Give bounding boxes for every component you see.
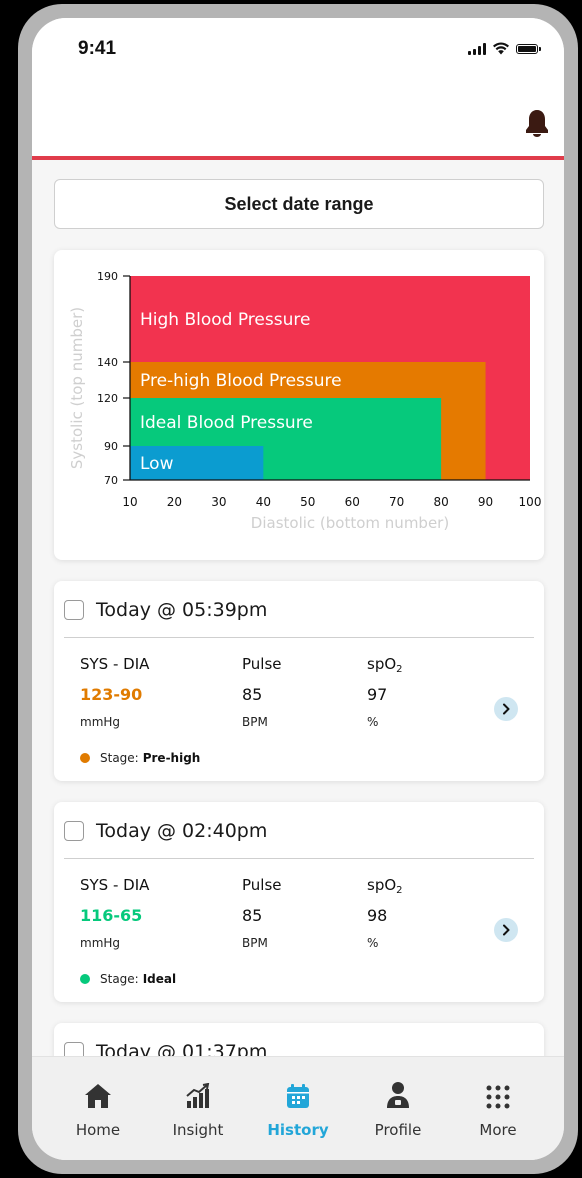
- battery-icon: [516, 43, 541, 54]
- pulse-column: Pulse 85 BPM: [242, 655, 282, 729]
- x-axis-title: Diastolic (bottom number): [251, 514, 449, 532]
- nav-more[interactable]: More: [458, 1075, 538, 1139]
- pulse-value: 85: [242, 906, 263, 925]
- nav-history[interactable]: History: [258, 1075, 338, 1139]
- nav-insight-label: Insight: [172, 1121, 224, 1139]
- reading-title: Today @ 02:40pm: [96, 820, 268, 842]
- y-tick-label: 140: [97, 356, 118, 369]
- sys-dia-label: SYS - DIA: [80, 655, 150, 673]
- reading-card[interactable]: Today @ 01:37pm: [54, 1023, 544, 1056]
- pulse-label: Pulse: [242, 655, 282, 673]
- x-tick-label: 40: [256, 495, 271, 509]
- sys-dia-label: SYS - DIA: [80, 876, 150, 894]
- x-tick-label: 100: [519, 495, 542, 509]
- nav-profile-label: Profile: [374, 1121, 422, 1139]
- y-tick-label: 120: [97, 392, 118, 405]
- bp-column: SYS - DIA 116-65 mmHg: [80, 876, 149, 950]
- select-checkbox[interactable]: [64, 821, 84, 841]
- x-tick-label: 70: [389, 495, 404, 509]
- spo2-value: 98: [367, 906, 388, 925]
- nav-profile[interactable]: Profile: [358, 1075, 438, 1139]
- bottom-navigation: Home Insight History Profile More: [32, 1056, 564, 1160]
- bp-column: SYS - DIA 123-90 mmHg: [80, 655, 149, 729]
- zone-label: High Blood Pressure: [140, 310, 310, 330]
- reading-title: Today @ 05:39pm: [96, 599, 268, 621]
- pulse-unit: BPM: [242, 936, 268, 950]
- stage-value: Pre-high: [142, 751, 201, 765]
- bp-stage-chart: High Blood Pressure Pre-high Blood Pressu…: [68, 270, 542, 532]
- nav-history-label: History: [267, 1121, 329, 1139]
- divider: [64, 637, 534, 638]
- more-icon: [486, 1085, 510, 1109]
- spo2-column: spO2 98 %: [367, 876, 403, 950]
- stage-dot: [80, 753, 90, 763]
- x-tick-label: 50: [300, 495, 315, 509]
- reading-card[interactable]: Today @ 05:39pm SYS - DIA 123-90 mmHg Pu…: [54, 581, 544, 781]
- reading-card[interactable]: Today @ 02:40pm SYS - DIA 116-65 mmHg Pu…: [54, 802, 544, 1002]
- status-bar: 9:41: [32, 18, 564, 78]
- x-tick-label: 20: [167, 495, 182, 509]
- bell-icon[interactable]: [524, 108, 550, 138]
- signal-icon: [468, 42, 486, 55]
- y-tick-label: 190: [97, 270, 118, 283]
- stage-indicator: Stage: Pre-high: [80, 751, 200, 765]
- bp-unit: mmHg: [80, 715, 121, 729]
- reading-title: Today @ 01:37pm: [96, 1041, 268, 1056]
- stage-indicator: Stage: Ideal: [80, 972, 176, 986]
- spo2-unit: %: [367, 936, 379, 950]
- zone-label: Pre-high Blood Pressure: [140, 371, 342, 391]
- chevron-right-icon: [503, 703, 510, 715]
- phone-frame: 9:41 Select date range High Blood Pressu…: [18, 4, 578, 1174]
- y-axis-title: Systolic (top number): [68, 307, 86, 469]
- profile-icon: [387, 1082, 409, 1108]
- pulse-column: Pulse 85 BPM: [242, 876, 282, 950]
- stage-value: Ideal: [142, 972, 177, 986]
- y-tick-label: 90: [104, 440, 118, 453]
- status-icons: [468, 42, 541, 55]
- x-tick-label: 10: [122, 495, 137, 509]
- x-tick-label: 90: [478, 495, 493, 509]
- zone-label: Ideal Blood Pressure: [140, 413, 313, 433]
- pulse-value: 85: [242, 685, 263, 704]
- spo2-label: spO2: [367, 655, 403, 675]
- nav-more-label: More: [479, 1121, 517, 1139]
- status-time: 9:41: [78, 38, 117, 59]
- divider: [64, 858, 534, 859]
- spo2-unit: %: [367, 715, 379, 729]
- open-reading-button[interactable]: [494, 918, 518, 942]
- y-tick-label: 70: [104, 474, 118, 487]
- spo2-label: spO2: [367, 876, 403, 896]
- nav-home-label: Home: [75, 1121, 121, 1139]
- spo2-value: 97: [367, 685, 388, 704]
- nav-home[interactable]: Home: [58, 1075, 138, 1139]
- x-tick-label: 30: [211, 495, 226, 509]
- open-reading-button[interactable]: [494, 697, 518, 721]
- insight-icon: [186, 1083, 210, 1108]
- screen: 9:41 Select date range High Blood Pressu…: [32, 18, 564, 1160]
- pulse-unit: BPM: [242, 715, 268, 729]
- bp-value: 116-65: [80, 906, 143, 925]
- select-checkbox[interactable]: [64, 1042, 84, 1056]
- x-tick-label: 60: [345, 495, 360, 509]
- pulse-label: Pulse: [242, 876, 282, 894]
- bp-unit: mmHg: [80, 936, 121, 950]
- history-content[interactable]: Select date range High Blood Pressure Pre…: [32, 160, 564, 1056]
- home-icon: [85, 1084, 111, 1108]
- spo2-column: spO2 97 %: [367, 655, 403, 729]
- chevron-right-icon: [503, 924, 510, 936]
- bp-value: 123-90: [80, 685, 143, 704]
- select-date-range-button[interactable]: Select date range: [54, 179, 544, 229]
- zone-label: Low: [140, 454, 174, 474]
- nav-insight[interactable]: Insight: [158, 1075, 238, 1139]
- select-checkbox[interactable]: [64, 600, 84, 620]
- x-tick-label: 80: [433, 495, 448, 509]
- stage-dot: [80, 974, 90, 984]
- history-icon: [287, 1084, 309, 1108]
- app-header: [32, 78, 564, 160]
- wifi-icon: [493, 42, 509, 55]
- bp-chart-card: High Blood Pressure Pre-high Blood Pressu…: [54, 250, 544, 560]
